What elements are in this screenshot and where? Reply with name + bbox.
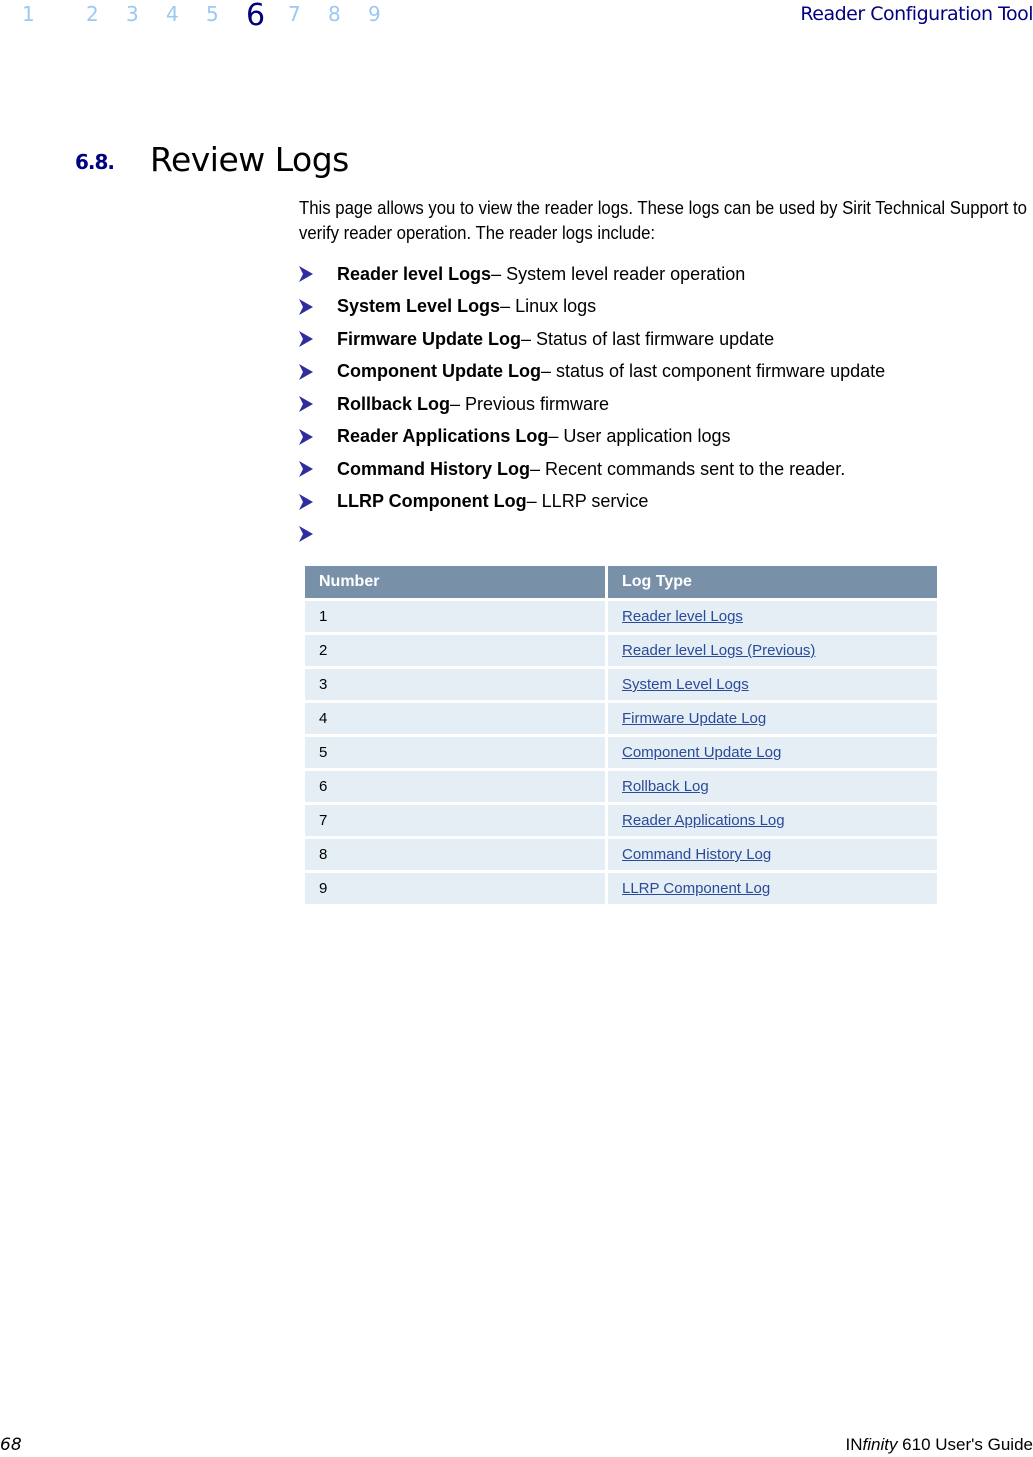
log-type-cell: Component Update Log <box>608 734 937 768</box>
footer-product-italic: finity <box>862 1435 898 1454</box>
chapter-link-6-active[interactable]: 6 <box>246 0 265 33</box>
log-type-cell: Firmware Update Log <box>608 700 937 734</box>
log-list: Reader level Logs – System level reader … <box>299 258 885 551</box>
table-row: 5 Component Update Log <box>305 734 937 768</box>
log-term: Component Update Log <box>337 361 541 382</box>
log-type-cell: Rollback Log <box>608 768 937 802</box>
log-type-cell: LLRP Component Log <box>608 870 937 904</box>
chevron-right-icon <box>299 526 313 543</box>
log-description: – status of last component firmware upda… <box>540 361 886 382</box>
chapter-link-5[interactable]: 5 <box>206 2 219 26</box>
log-type-link[interactable]: Reader level Logs <box>622 608 743 625</box>
log-term: System Level Logs <box>337 296 501 317</box>
chapter-link-9[interactable]: 9 <box>368 2 381 26</box>
log-term: LLRP Component Log <box>337 491 527 512</box>
column-header-log-type: Log Type <box>608 566 937 598</box>
log-type-link[interactable]: LLRP Component Log <box>622 880 770 897</box>
log-list-item: Component Update Log – status of last co… <box>299 356 885 389</box>
row-number: 8 <box>305 836 608 870</box>
chevron-right-icon <box>299 331 313 348</box>
chevron-right-icon <box>299 266 313 283</box>
chevron-right-icon <box>299 461 313 478</box>
table-row: 8 Command History Log <box>305 836 937 870</box>
log-type-cell: Command History Log <box>608 836 937 870</box>
log-description: – Linux logs <box>500 296 597 317</box>
log-list-item: Reader Applications Log – User applicati… <box>299 421 885 454</box>
log-type-link[interactable]: System Level Logs <box>622 676 749 693</box>
log-type-cell: System Level Logs <box>608 666 937 700</box>
log-description: – Status of last firmware update <box>521 328 775 349</box>
log-term: Rollback Log <box>337 393 451 414</box>
chapter-link-1[interactable]: 1 <box>22 2 35 26</box>
row-number: 1 <box>305 598 608 632</box>
log-description: – Previous firmware <box>450 393 610 414</box>
chapter-link-4[interactable]: 4 <box>166 2 179 26</box>
table-row: 2 Reader level Logs (Previous) <box>305 632 937 666</box>
row-number: 3 <box>305 666 608 700</box>
chapter-link-3[interactable]: 3 <box>126 2 139 26</box>
log-type-link[interactable]: Rollback Log <box>622 778 709 795</box>
table-row: 7 Reader Applications Log <box>305 802 937 836</box>
row-number: 9 <box>305 870 608 904</box>
table-row: 1 Reader level Logs <box>305 598 937 632</box>
table-row: 6 Rollback Log <box>305 768 937 802</box>
log-term: Reader Applications Log <box>337 426 549 447</box>
log-type-link[interactable]: Reader level Logs (Previous) <box>622 642 815 659</box>
footer-product-suffix: 610 User's Guide <box>897 1435 1033 1454</box>
table-header-row: Number Log Type <box>305 566 937 598</box>
log-type-link[interactable]: Firmware Update Log <box>622 710 766 727</box>
log-description: – Recent commands sent to the reader. <box>530 458 846 479</box>
log-description: – User application logs <box>548 426 731 447</box>
log-list-item: Command History Log – Recent commands se… <box>299 453 885 486</box>
footer-product-prefix: IN <box>845 1435 863 1454</box>
log-type-link[interactable]: Component Update Log <box>622 744 781 761</box>
running-title: Reader Configuration Tool <box>800 3 1033 25</box>
row-number: 2 <box>305 632 608 666</box>
chevron-right-icon <box>299 363 313 380</box>
log-table: Number Log Type 1 Reader level Logs 2 Reade… <box>305 566 937 904</box>
log-type-cell: Reader level Logs <box>608 598 937 632</box>
row-number: 6 <box>305 768 608 802</box>
chapter-link-8[interactable]: 8 <box>328 2 341 26</box>
row-number: 7 <box>305 802 608 836</box>
log-description: – LLRP service <box>526 491 649 512</box>
intro-paragraph: This page allows you to view the reader … <box>299 198 1027 243</box>
log-type-cell: Reader Applications Log <box>608 802 937 836</box>
chevron-right-icon <box>299 428 313 445</box>
table-row: 3 System Level Logs <box>305 666 937 700</box>
log-term: Firmware Update Log <box>337 328 522 349</box>
log-type-link[interactable]: Command History Log <box>622 846 771 863</box>
log-description: – System level reader operation <box>491 263 746 284</box>
chapter-link-7[interactable]: 7 <box>288 2 301 26</box>
chevron-right-icon <box>299 298 313 315</box>
log-list-item: Firmware Update Log – Status of last fir… <box>299 323 885 356</box>
log-type-link[interactable]: Reader Applications Log <box>622 812 785 829</box>
footer-title: INfinity 610 User's Guide <box>845 1435 1033 1455</box>
table-row: 9 LLRP Component Log <box>305 870 937 904</box>
section-title: Review Logs <box>150 140 349 179</box>
row-number: 4 <box>305 700 608 734</box>
log-list-item: Rollback Log – Previous firmware <box>299 388 885 421</box>
chevron-right-icon <box>299 396 313 413</box>
row-number: 5 <box>305 734 608 768</box>
table-row: 4 Firmware Update Log <box>305 700 937 734</box>
log-term: Command History Log <box>337 458 531 479</box>
log-list-item: Reader level Logs – System level reader … <box>299 258 885 291</box>
chevron-right-icon <box>299 493 313 510</box>
log-type-cell: Reader level Logs (Previous) <box>608 632 937 666</box>
log-list-item: System Level Logs – Linux logs <box>299 291 885 324</box>
log-list-item: LLRP Component Log – LLRP service <box>299 486 885 519</box>
column-header-number: Number <box>305 566 608 598</box>
chapter-link-2[interactable]: 2 <box>86 2 99 26</box>
log-list-item <box>299 518 885 551</box>
log-term: Reader level Logs <box>337 263 492 284</box>
section-number: 6.8. <box>75 150 115 174</box>
page-number: 68 <box>0 1435 22 1455</box>
